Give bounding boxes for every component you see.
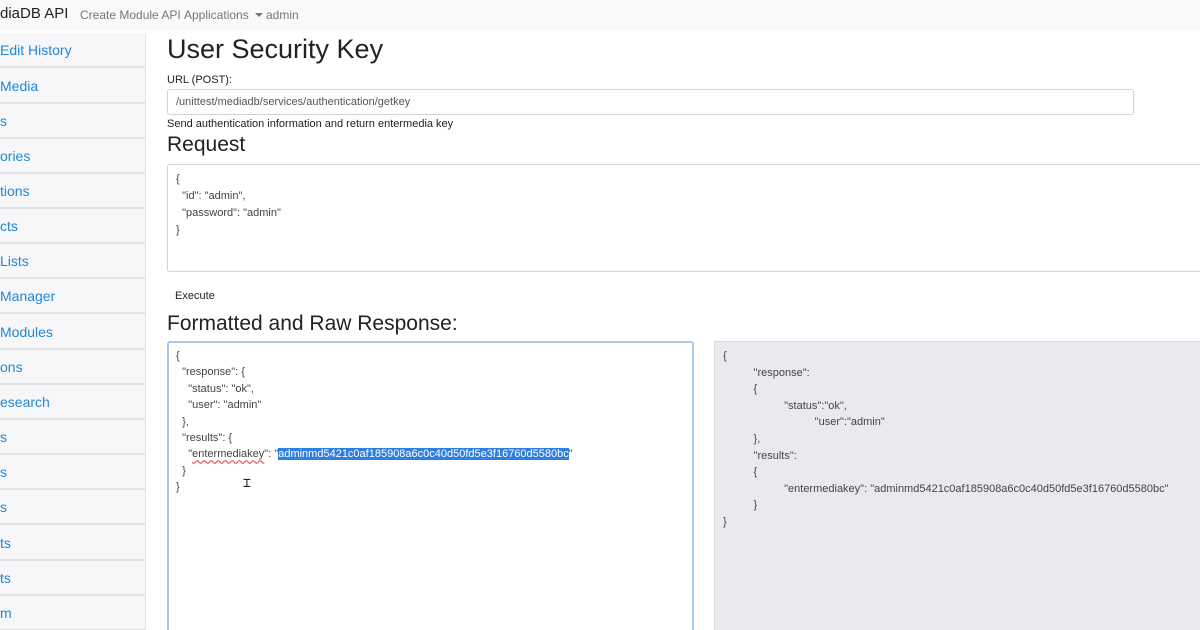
sidebar-item[interactable]: s bbox=[0, 490, 145, 525]
nav-link-admin[interactable]: admin bbox=[266, 8, 299, 22]
raw-line: "results": bbox=[723, 449, 797, 462]
sidebar-item[interactable]: s bbox=[0, 455, 145, 490]
request-body-textarea[interactable]: { "id": "admin", "password": "admin" } bbox=[167, 164, 1200, 272]
sidebar-item[interactable]: m bbox=[0, 596, 145, 630]
sidebar-item[interactable]: s bbox=[0, 420, 145, 455]
sidebar-item[interactable]: s bbox=[0, 104, 145, 139]
url-label: URL (POST): bbox=[167, 74, 232, 86]
text-cursor-icon: ⌶ bbox=[243, 476, 251, 491]
sidebar-item-media[interactable]: Media bbox=[0, 69, 145, 104]
raw-line: } bbox=[723, 515, 727, 528]
json-line: { bbox=[176, 350, 180, 362]
raw-response-panel: { "response": { "status":"ok", "user":"a… bbox=[714, 341, 1200, 630]
raw-line: "entermediakey": "adminmd5421c0af185908a… bbox=[723, 482, 1169, 495]
json-line: "user": "admin" bbox=[176, 399, 262, 412]
raw-line: "user":"admin" bbox=[723, 416, 885, 429]
sidebar-item-edit-history[interactable]: Edit History bbox=[0, 33, 145, 68]
sidebar: Edit History Media s ories tions cts Lis… bbox=[0, 33, 146, 630]
raw-line: "status":"ok", bbox=[723, 399, 847, 412]
raw-line: "response": bbox=[723, 366, 810, 379]
json-line-entermediakey: "entermediakey": "adminmd5421c0af185908a… bbox=[176, 446, 685, 462]
json-line: } bbox=[176, 464, 186, 477]
json-line: }, bbox=[176, 415, 189, 428]
response-heading: Formatted and Raw Response: bbox=[167, 312, 458, 335]
url-input[interactable] bbox=[167, 89, 1134, 115]
execute-button[interactable]: Execute bbox=[170, 288, 220, 304]
sidebar-item-research[interactable]: esearch bbox=[0, 385, 145, 420]
nav-link-create-module-api[interactable]: Create Module API bbox=[80, 8, 181, 22]
chevron-down-icon bbox=[254, 13, 263, 17]
page-title: User Security Key bbox=[167, 34, 384, 64]
sidebar-item[interactable]: ts bbox=[0, 526, 145, 561]
sidebar-item-manager[interactable]: Manager bbox=[0, 279, 145, 314]
sidebar-item[interactable]: ts bbox=[0, 561, 145, 596]
key-name: entermediakey bbox=[192, 448, 265, 461]
key-separator: ": " bbox=[264, 448, 279, 461]
raw-line: { bbox=[723, 466, 758, 479]
key-indent: " bbox=[176, 448, 193, 461]
raw-line: } bbox=[723, 499, 758, 512]
raw-line: { bbox=[723, 350, 727, 362]
json-line: "response": { bbox=[176, 366, 245, 379]
sidebar-item-ons[interactable]: ons bbox=[0, 350, 145, 385]
json-line: "status": "ok", bbox=[176, 382, 254, 395]
sidebar-item-collections[interactable]: tions bbox=[0, 174, 145, 209]
selected-key-value[interactable]: adminmd5421c0af185908a6c0c40d50fd5e3f167… bbox=[278, 448, 569, 461]
sidebar-item-modules[interactable]: Modules bbox=[0, 315, 145, 350]
raw-line: { bbox=[723, 383, 758, 396]
endpoint-description: Send authentication information and retu… bbox=[167, 118, 454, 130]
json-line: } bbox=[176, 481, 180, 494]
key-end: " bbox=[568, 448, 573, 461]
sidebar-item-lists[interactable]: Lists bbox=[0, 244, 145, 279]
request-heading: Request bbox=[167, 133, 246, 156]
sidebar-item-categories[interactable]: ories bbox=[0, 139, 145, 174]
top-navbar: diaDB API Create Module API Applications… bbox=[0, 0, 1200, 30]
sidebar-item-projects[interactable]: cts bbox=[0, 209, 145, 244]
applications-label: Applications bbox=[184, 8, 249, 22]
raw-line: }, bbox=[723, 432, 761, 445]
nav-link-applications[interactable]: Applications bbox=[184, 8, 263, 22]
brand-title[interactable]: diaDB API bbox=[0, 5, 68, 22]
json-line: "results": { bbox=[176, 432, 233, 445]
